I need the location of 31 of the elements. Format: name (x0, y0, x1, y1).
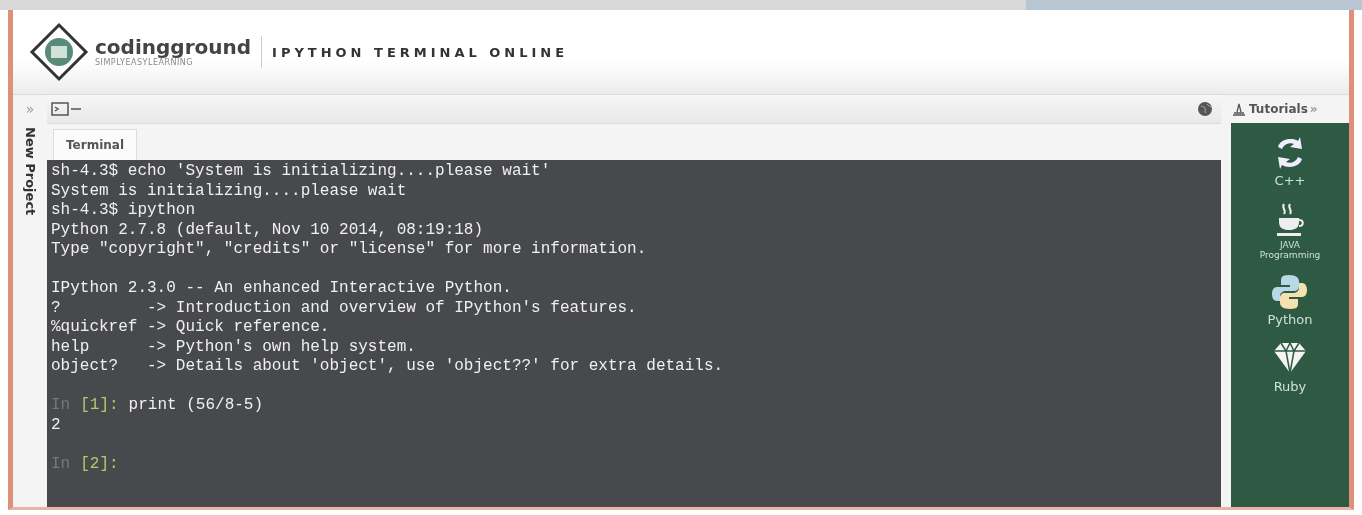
globe-icon[interactable] (1197, 101, 1213, 117)
language-label[interactable]: C++ (1274, 173, 1306, 188)
prompt-number: [2]: (80, 454, 119, 473)
terminal-line: Python 2.7.8 (default, Nov 10 2014, 08:19:18) (51, 220, 484, 239)
tutorials-link[interactable]: Tutorials (1249, 102, 1308, 116)
page-title: IPYTHON TERMINAL ONLINE (272, 44, 569, 60)
language-label[interactable]: Ruby (1273, 379, 1307, 394)
tutorials-icon[interactable] (1231, 101, 1247, 117)
input-code: print (56/8-5) (128, 396, 264, 414)
prompt-number: [1]: (80, 396, 119, 414)
terminal-line: help -> Python's own help system. (51, 337, 416, 356)
language-label[interactable]: Python (1267, 312, 1313, 327)
brand-tagline: SIMPLYEASYLEARNING (95, 58, 194, 68)
logo-icon (29, 22, 89, 82)
terminal-line: System is initializing....please wait (51, 181, 407, 200)
python-logo-icon[interactable] (1270, 272, 1310, 312)
language-label[interactable]: JAVA (1280, 240, 1300, 250)
terminal-line: IPython 2.3.0 -- An enhanced Interactive Python. (51, 279, 512, 297)
terminal-line: 2 (51, 415, 61, 434)
brand-name: codingground (95, 36, 252, 58)
new-project-tab[interactable]: New Project (22, 123, 38, 216)
terminal-line: object? -> Details about 'object', use 'object??' for extra details. (51, 357, 724, 375)
terminal-panel[interactable] (47, 160, 1221, 507)
terminal-line: sh-4.3$ ipython (51, 201, 196, 219)
language-label[interactable]: Programming (1259, 250, 1321, 260)
terminal-line: %quickref -> Quick reference. (51, 318, 330, 336)
terminal-icon[interactable] (51, 101, 83, 117)
terminal-line: sh-4.3$ echo 'System is initializing....please wait' (51, 162, 551, 180)
terminal-line: ? -> Introduction and overview of IPython's features. (51, 298, 637, 317)
terminal-line: Type "copyright", "credits" or "license" for more information. (51, 240, 647, 258)
terminal-tab[interactable]: Terminal (53, 129, 138, 160)
